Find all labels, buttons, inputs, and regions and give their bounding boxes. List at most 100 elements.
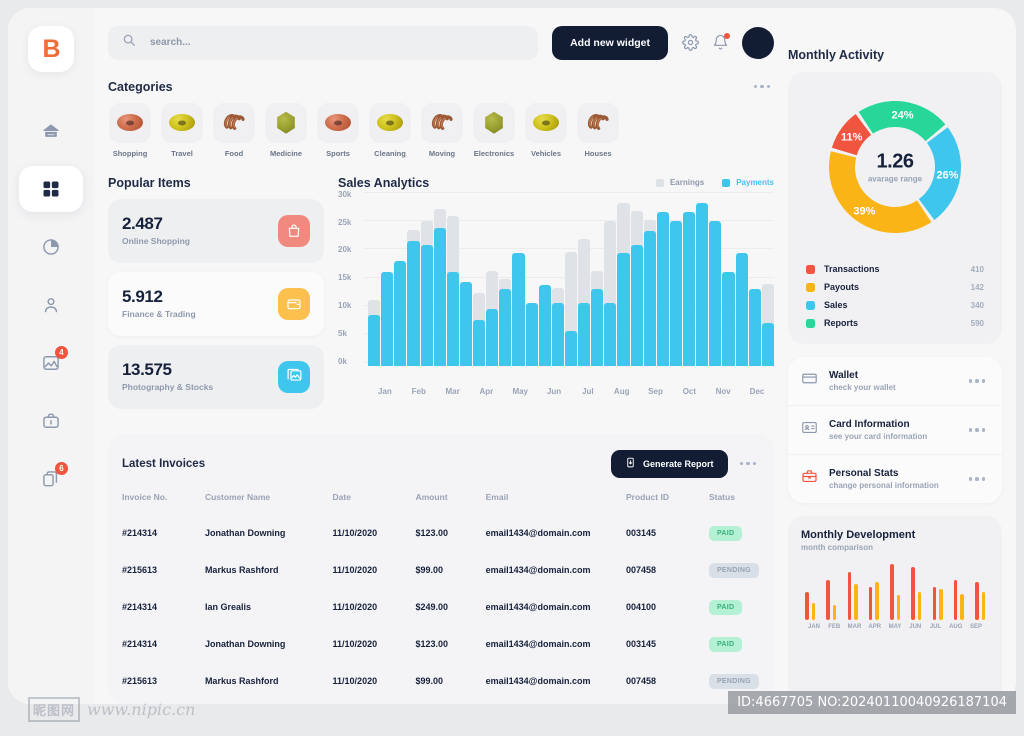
category-item[interactable]: Medicine [264,102,308,158]
chart-bar[interactable] [722,272,735,366]
chart-bar[interactable] [473,292,486,366]
table-row[interactable]: #214314 Jonathan Downing 11/10/2020 $123.00… [122,515,760,552]
development-bar-group[interactable] [805,592,815,620]
popular-item-card[interactable]: 5.912 Finance & Trading [108,271,324,336]
coil-icon [221,109,247,136]
chart-bar[interactable] [381,272,394,366]
development-bar-group[interactable] [953,580,964,620]
development-bar-group[interactable] [868,582,879,620]
chart-bar[interactable] [591,271,604,366]
popular-item-card[interactable]: 2.487 Online Shopping [108,198,324,263]
category-item[interactable]: Travel [160,102,204,158]
chart-bar[interactable] [368,300,381,366]
cell-invoice-no: #214314 [122,602,158,613]
sidebar-item-files[interactable]: 6 [19,456,83,502]
table-row[interactable]: #215613 Markus Rashford 11/10/2020 $99.00 em… [122,552,760,589]
quick-link-more-icon[interactable] [965,473,990,485]
chart-bar[interactable] [696,202,709,366]
chart-bar[interactable] [433,208,446,366]
sidebar-item-profile[interactable] [19,282,83,328]
cell-amount: $123.00 [415,639,449,650]
chart-bar[interactable] [446,216,459,366]
category-item[interactable]: Vehicles [524,102,568,158]
sidebar-item-home[interactable] [19,108,83,154]
add-new-widget-button[interactable]: Add new widget [552,25,668,60]
table-row[interactable]: #214314 Jonathan Downing 11/10/2020 $123.00… [122,626,760,663]
development-bar-group[interactable] [911,567,922,620]
development-bar-group[interactable] [847,572,858,620]
development-bar-group[interactable] [826,580,837,620]
chart-bar[interactable] [538,284,551,366]
chart-bar[interactable] [656,211,669,366]
sidebar-item-dashboard[interactable] [19,166,83,212]
sidebar-item-briefcase[interactable] [19,398,83,444]
popular-item-card[interactable]: 13.575 Photography & Stocks [108,344,324,409]
chart-bar[interactable] [617,202,630,366]
quick-link-more-icon[interactable] [965,375,990,387]
category-tile [577,102,619,143]
donut-slice[interactable] [829,151,932,234]
chart-bar[interactable] [525,303,538,366]
chart-bar[interactable] [486,271,499,366]
generate-report-button[interactable]: Generate Report [610,449,728,478]
category-label: Houses [584,148,612,158]
legend-item-payments[interactable]: Payments [722,178,774,187]
category-item[interactable]: Shopping [108,102,152,158]
activity-legend-row[interactable]: Transactions 410 [802,260,988,278]
chart-bar[interactable] [512,252,525,366]
development-x-label: JUN [909,624,922,630]
category-item[interactable]: Electronics [472,102,516,158]
activity-legend-row[interactable]: Reports 590 [802,314,988,332]
chart-bar[interactable] [394,260,407,366]
development-bar-group[interactable] [890,564,900,620]
sidebar-item-reports[interactable]: 4 [19,340,83,386]
category-item[interactable]: Food [212,102,256,158]
chart-bar[interactable] [551,288,564,366]
quick-link-row[interactable]: Wallet check your wallet [788,357,1002,406]
legend-swatch-earnings [655,178,664,187]
chart-bar[interactable] [709,221,722,366]
popular-items-panel: Popular Items 2.487 Online Shopping 5.912 F… [108,158,324,418]
search-box[interactable] [108,25,539,60]
categories-list: Shopping Travel Food Medicine Sports Cleaning… [108,102,774,158]
development-bar-group[interactable] [932,587,943,620]
chart-bar[interactable] [459,282,472,366]
chart-bar[interactable] [564,251,577,366]
invoices-more-icon[interactable] [736,458,761,470]
category-label: Travel [171,148,193,158]
legend-item-earnings[interactable]: Earnings [655,178,704,187]
chart-bar[interactable] [643,220,656,366]
search-input[interactable] [150,37,525,49]
x-tick-label: Mar [445,386,460,396]
legend-swatch [806,300,815,310]
chart-bar[interactable] [578,238,591,366]
category-item[interactable]: Sports [316,102,360,158]
table-row[interactable]: #215613 Markus Rashford 11/10/2020 $99.00 em… [122,663,760,700]
table-row[interactable]: #214314 Ian Grealis 11/10/2020 $249.00 email… [122,589,760,626]
chart-bar[interactable] [748,289,761,366]
chart-bar[interactable] [683,211,696,366]
chart-bar[interactable] [630,211,643,366]
quick-link-more-icon[interactable] [965,424,990,436]
category-item[interactable]: Moving [420,102,464,158]
quick-link-row[interactable]: Personal Stats change personal informatio… [788,455,1002,503]
categories-more-icon[interactable] [750,81,775,93]
gear-icon[interactable] [682,34,699,52]
sidebar-item-analytics[interactable] [19,224,83,270]
chart-bar[interactable] [669,221,682,366]
avatar[interactable] [742,26,774,59]
chart-bar[interactable] [420,220,433,366]
category-item[interactable]: Houses [576,102,620,158]
chart-bar[interactable] [735,252,748,366]
chart-bar[interactable] [761,283,774,366]
app-logo[interactable]: B [28,26,74,72]
quick-link-row[interactable]: Card Information see your card informatio… [788,406,1002,455]
chart-bar[interactable] [604,220,617,366]
chart-bar[interactable] [499,279,512,366]
category-item[interactable]: Cleaning [368,102,412,158]
development-bar-group[interactable] [975,582,985,620]
activity-legend-row[interactable]: Sales 340 [802,296,988,314]
bell-icon[interactable] [712,33,730,51]
chart-bar[interactable] [407,229,420,366]
activity-legend-row[interactable]: Payouts 142 [802,278,988,296]
